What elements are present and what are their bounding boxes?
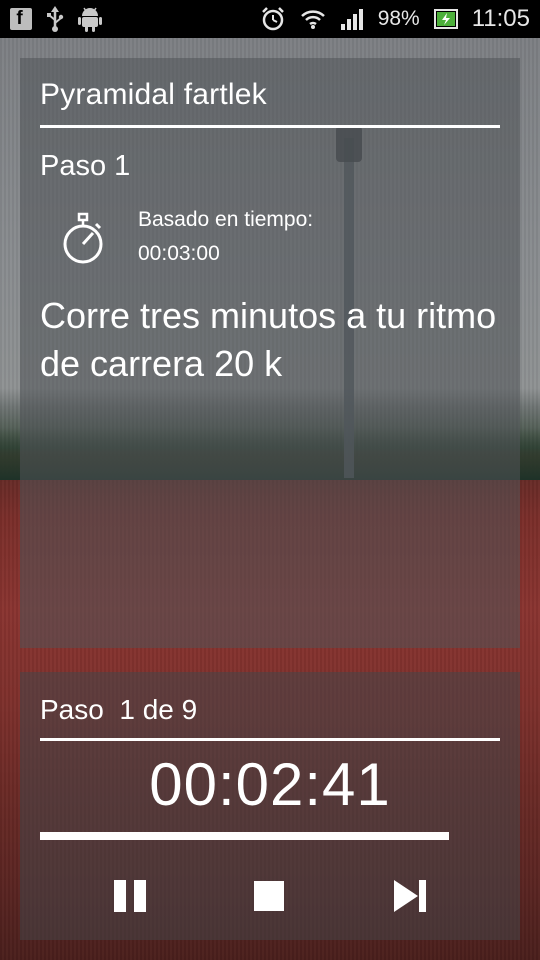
status-bar-notifications: f — [10, 6, 102, 32]
stop-button[interactable] — [245, 872, 293, 920]
status-bar: f 98% 11:05 — [0, 0, 540, 38]
basis-label: Basado en tiempo: — [138, 208, 314, 231]
wifi-icon — [300, 8, 326, 30]
step-instruction: Corre tres minutos a tu ritmo de carrera… — [40, 295, 497, 384]
step-progress-bar — [40, 832, 500, 840]
basis-duration: 00:03:00 — [138, 242, 220, 265]
step-heading: Paso 1 — [40, 150, 131, 182]
step-counter: Paso 1 de 9 — [40, 694, 198, 725]
title-divider — [40, 125, 500, 128]
battery-percent: 98% — [377, 7, 420, 30]
clock-time: 11:05 — [471, 5, 530, 32]
stop-icon — [254, 881, 284, 911]
status-bar-system: 98% 11:05 — [260, 5, 530, 33]
step-progress-fill — [40, 832, 450, 840]
workout-title: Pyramidal fartlek — [40, 78, 267, 111]
step-detail-card: Pyramidal fartlek Paso 1 Basado en tiemp… — [20, 58, 520, 648]
skip-next-icon — [394, 880, 426, 912]
skip-next-button[interactable] — [386, 872, 434, 920]
signal-icon — [340, 8, 364, 30]
panel-divider — [40, 738, 500, 741]
android-icon — [78, 6, 102, 32]
elapsed-timer: 00:02:41 — [149, 751, 391, 818]
progress-panel: Paso 1 de 9 00:02:41 — [20, 672, 520, 940]
pause-button[interactable] — [106, 872, 154, 920]
facebook-icon: f — [10, 8, 32, 30]
pause-icon — [114, 880, 146, 912]
playback-controls — [20, 872, 520, 920]
stopwatch-icon — [60, 212, 106, 266]
alarm-icon — [260, 6, 286, 32]
battery-icon — [433, 9, 458, 29]
usb-icon — [46, 6, 64, 32]
